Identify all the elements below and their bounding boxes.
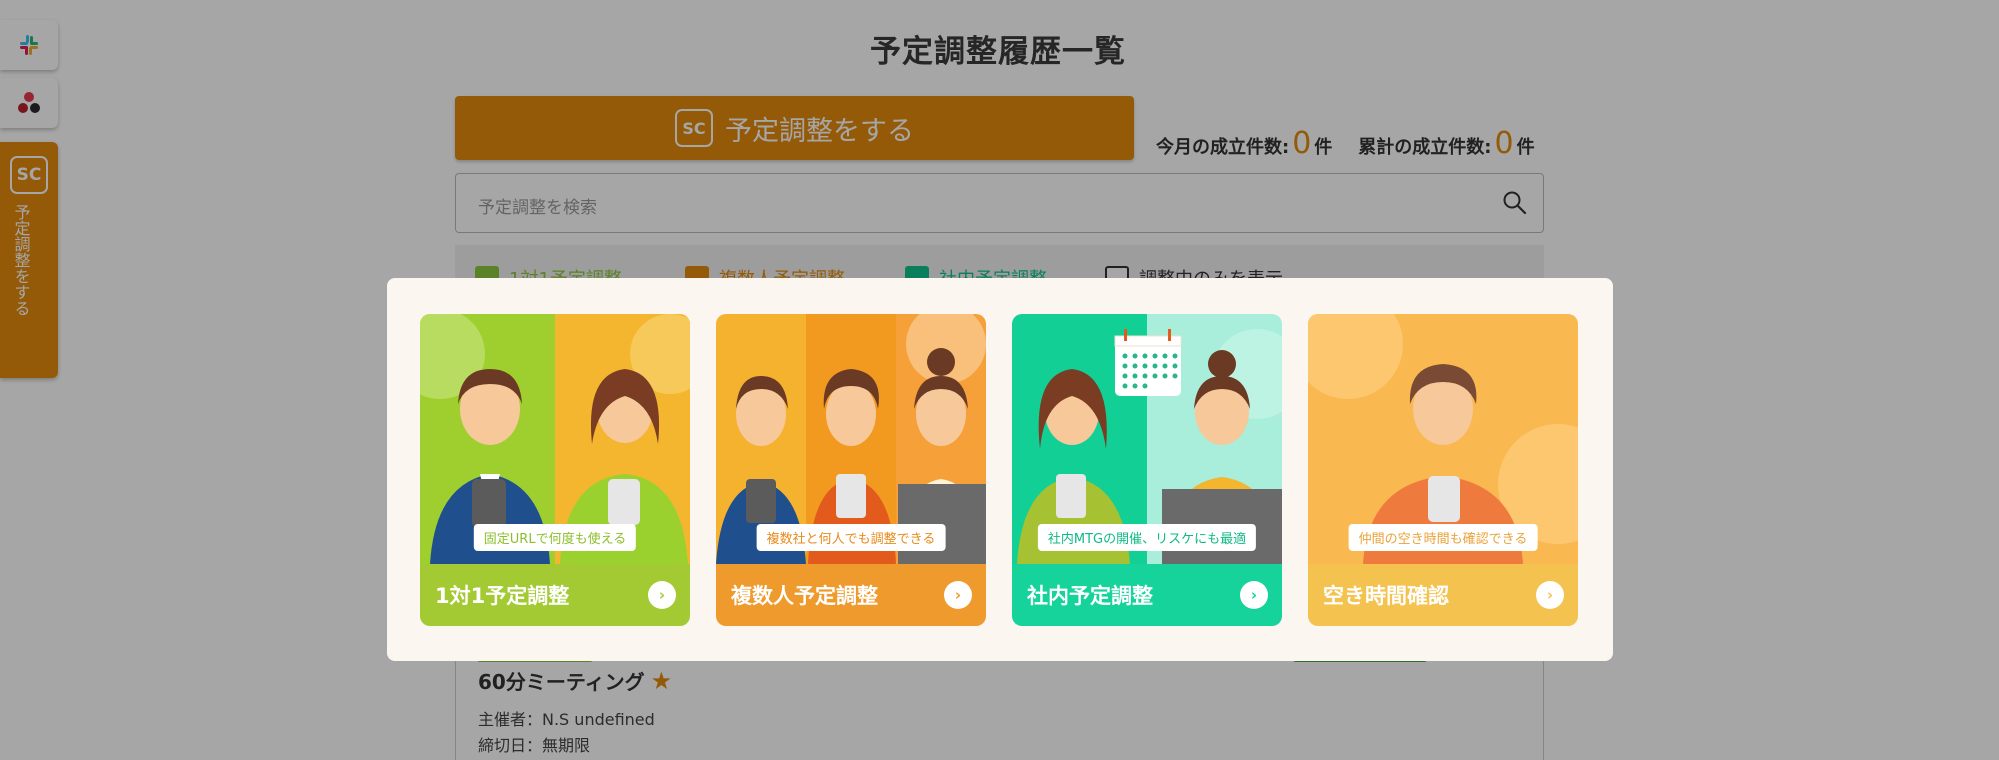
option-bar[interactable]: 複数人予定調整 › [716,564,986,626]
option-multi-person[interactable]: 複数社と何人でも調整できる 複数人予定調整 › [716,314,986,626]
option-bar[interactable]: 1対1予定調整 › [420,564,690,626]
option-availability[interactable]: 仲間の空き時間も確認できる 空き時間確認 › [1308,314,1578,626]
arrow-right-icon[interactable]: › [944,581,972,609]
option-label: 社内予定調整 [1027,584,1153,608]
option-tag: 複数社と何人でも調整できる [756,524,946,551]
arrow-right-icon[interactable]: › [1536,581,1564,609]
option-tag: 仲間の空き時間も確認できる [1348,524,1538,551]
option-tag: 固定URLで何度も使える [473,524,637,551]
option-internal[interactable]: 社内MTGの開催、リスケにも最適 社内予定調整 › [1012,314,1282,626]
arrow-right-icon[interactable]: › [648,581,676,609]
option-label: 空き時間確認 [1323,584,1449,608]
schedule-type-modal: 固定URLで何度も使える 1対1予定調整 › 複数社と何人でも調整できる 複数人… [387,278,1613,661]
option-bar[interactable]: 空き時間確認 › [1308,564,1578,626]
option-tag: 社内MTGの開催、リスケにも最適 [1037,524,1257,551]
option-bar[interactable]: 社内予定調整 › [1012,564,1282,626]
option-label: 1対1予定調整 [435,584,570,608]
option-one-on-one[interactable]: 固定URLで何度も使える 1対1予定調整 › [420,314,690,626]
arrow-right-icon[interactable]: › [1240,581,1268,609]
option-label: 複数人予定調整 [731,584,878,608]
